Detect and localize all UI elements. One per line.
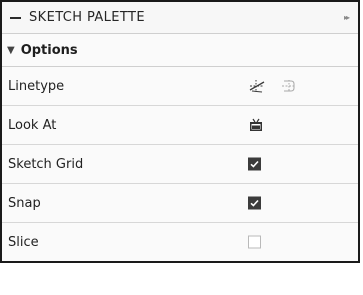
- snap-row: Snap: [2, 184, 358, 223]
- linetype-centerline-icon[interactable]: [280, 78, 296, 94]
- linetype-label: Linetype: [8, 78, 65, 94]
- sketch-palette-panel: SKETCH PALETTE ▸▸ ▼ Options Linetype Loo…: [0, 0, 360, 263]
- palette-header[interactable]: SKETCH PALETTE ▸▸: [2, 2, 358, 34]
- options-section-label: Options: [20, 42, 78, 58]
- snap-control: [248, 196, 261, 210]
- look-at-control: [248, 117, 264, 133]
- collapse-dash-icon[interactable]: [10, 16, 21, 19]
- slice-control: [248, 235, 261, 249]
- check-icon: [250, 160, 259, 168]
- linetype-controls: [248, 78, 296, 94]
- sketch-grid-row: Sketch Grid: [2, 145, 358, 184]
- check-icon: [250, 199, 259, 207]
- expand-arrows-icon[interactable]: ▸▸: [344, 13, 350, 22]
- sketch-grid-checkbox[interactable]: [248, 157, 261, 171]
- linetype-row: Linetype: [2, 67, 358, 106]
- look-at-icon[interactable]: [248, 117, 264, 133]
- slice-label: Slice: [8, 234, 39, 250]
- look-at-row: Look At: [2, 106, 358, 145]
- snap-checkbox[interactable]: [248, 196, 261, 210]
- linetype-construction-icon[interactable]: [248, 78, 266, 94]
- expand-triangle-icon[interactable]: ▼: [7, 45, 15, 56]
- look-at-label: Look At: [8, 117, 57, 133]
- sketch-grid-control: [248, 157, 261, 171]
- slice-row: Slice: [2, 223, 358, 261]
- sketch-grid-label: Sketch Grid: [8, 156, 84, 172]
- palette-title: SKETCH PALETTE: [29, 10, 145, 25]
- slice-checkbox[interactable]: [248, 235, 261, 249]
- options-section-header[interactable]: ▼ Options: [2, 34, 358, 67]
- snap-label: Snap: [8, 195, 41, 211]
